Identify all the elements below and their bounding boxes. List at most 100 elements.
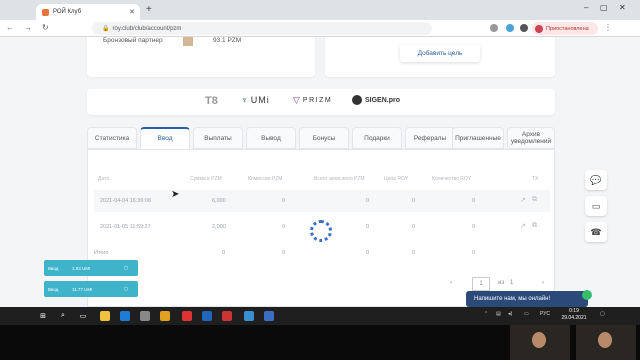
reload-icon[interactable]: ↻	[42, 23, 49, 32]
profile-button[interactable]: Приостановлена	[532, 22, 598, 35]
tab-payouts[interactable]: Выплаты	[193, 127, 243, 149]
webcam-feed	[576, 325, 636, 360]
close-tab-icon[interactable]: ✕	[129, 8, 135, 16]
row-date: 2021-04-04 16:36:06	[100, 198, 152, 204]
totals-total: 0	[366, 250, 370, 256]
tray-arrow-icon[interactable]: ⌃	[484, 311, 488, 317]
mail-icon[interactable]	[202, 311, 212, 321]
col-fee: Комиссия PZM	[248, 176, 283, 182]
external-link-icon[interactable]: ↗	[520, 196, 526, 204]
browser-tab[interactable]: РОЙ Клуб ✕	[36, 4, 140, 20]
windows-taskbar: ⊞ ⌕ ▭ ⌃ ▤ ◂) ▭ РУС 0:19 29.04.2021 ▢	[0, 307, 640, 325]
notification-toast[interactable]: Ввод 11.77 UMI ▢	[44, 281, 138, 297]
prev-page-icon[interactable]: ‹	[450, 280, 452, 286]
support-icon[interactable]: ☎	[585, 222, 607, 242]
side-action-buttons: 💬 ▭ ☎	[585, 170, 607, 248]
notification-toast[interactable]: Ввод 1.93 UMI ▢	[44, 260, 138, 276]
add-goal-button[interactable]: Добавить цель	[400, 45, 480, 62]
new-tab-button[interactable]: +	[146, 5, 152, 15]
browser-menu-icon[interactable]: ⋮	[604, 23, 612, 32]
volume-icon[interactable]: ◂)	[508, 311, 512, 317]
notification-amount: 1.93 UMI	[72, 265, 91, 271]
page-total: 1	[510, 280, 514, 286]
totals-label: Итого	[94, 250, 109, 256]
store-icon[interactable]	[140, 311, 150, 321]
edge-icon[interactable]	[120, 311, 130, 321]
totals-fee: 0	[282, 250, 286, 256]
totals-qty: 0	[472, 250, 476, 256]
row-total: 0	[366, 198, 370, 204]
tab-notification-archive[interactable]: Архив уведомлений	[507, 127, 555, 149]
partner-level: Бронзовый партнер	[103, 37, 163, 44]
table-row: 2021-04-04 16:36:06 6,000 0 0 0 0 ↗ ⧉	[94, 190, 550, 212]
notification-title: Ввод	[48, 265, 59, 271]
tab-invited[interactable]: Приглашенные	[452, 127, 504, 149]
tab-statistics[interactable]: Статистика	[87, 127, 137, 149]
close-notification-icon[interactable]: ▢	[124, 265, 128, 271]
page-of-label: из	[498, 280, 505, 286]
minimize-icon[interactable]: –	[584, 3, 588, 12]
col-price: Цена ROY	[384, 176, 409, 182]
tab-referrals[interactable]: Рефералы	[405, 127, 455, 149]
notification-center-icon[interactable]: ▢	[600, 311, 605, 317]
browser-tab-bar: РОЙ Клуб ✕ + – ▢ ✕	[0, 0, 640, 20]
t8-logo-mark: T8	[205, 95, 218, 107]
tab-deposit[interactable]: Ввод	[140, 127, 190, 149]
clock-time: 0:19	[569, 308, 579, 314]
row-price: 0	[412, 224, 416, 230]
star-icon[interactable]	[490, 24, 498, 32]
tab-bonuses[interactable]: Бонусы	[299, 127, 349, 149]
yandex-icon[interactable]	[222, 311, 232, 321]
task-view-icon[interactable]: ▭	[78, 311, 88, 321]
copy-icon[interactable]: ⧉	[532, 196, 537, 204]
col-date: Дата	[98, 176, 110, 182]
search-icon[interactable]: ⌕	[58, 311, 68, 321]
tab-withdraw[interactable]: Вывод	[246, 127, 296, 149]
extension-icon[interactable]	[506, 24, 514, 32]
system-clock[interactable]: 0:19 29.04.2021	[554, 308, 594, 322]
close-window-icon[interactable]: ✕	[619, 3, 626, 12]
tab-gifts[interactable]: Подарки	[352, 127, 402, 149]
chat-icon[interactable]: 💬	[585, 170, 607, 190]
maximize-icon[interactable]: ▢	[600, 3, 608, 12]
keyboard-language[interactable]: РУС	[540, 311, 550, 317]
chrome-icon[interactable]	[160, 311, 170, 321]
telegram-icon[interactable]	[244, 311, 254, 321]
address-bar[interactable]: 🔒 roy.club/club/account/pzm	[92, 22, 432, 35]
online-chat-bubble[interactable]: Напишите нам, мы онлайн!	[466, 291, 588, 307]
extensions-puzzle-icon[interactable]	[520, 24, 528, 32]
partner-logos: T8 ♆ UMi ▽ PRIZM SIGEN.pro	[87, 89, 555, 115]
col-sum: Сумма в PZM	[190, 176, 222, 182]
page-input[interactable]: 1	[472, 277, 490, 291]
external-link-icon[interactable]: ↗	[520, 222, 526, 230]
umi-logo-text: UMi	[250, 95, 270, 105]
forward-icon[interactable]: →	[24, 23, 32, 32]
loading-spinner-icon	[310, 220, 332, 242]
close-notification-icon[interactable]: ▢	[124, 286, 128, 292]
network-icon[interactable]: ▤	[496, 311, 501, 317]
file-explorer-icon[interactable]	[100, 311, 110, 321]
row-date: 2021-01-05 11:59:27	[100, 224, 151, 230]
col-tx: TX	[532, 176, 539, 182]
row-qty: 0	[472, 224, 476, 230]
prizm-logo[interactable]: ▽ PRIZM	[293, 95, 332, 106]
battery-icon[interactable]: ▭	[524, 311, 529, 317]
prizm-logo-text: PRIZM	[302, 97, 333, 104]
next-page-icon[interactable]: ›	[542, 280, 544, 286]
mouse-cursor-icon: ➤	[171, 189, 180, 200]
partner-badge-icon	[183, 37, 193, 46]
umi-logo[interactable]: ♆ UMi	[241, 95, 270, 105]
totals-row: Итого 0 0 0 0 0	[94, 242, 550, 264]
card-icon[interactable]: ▭	[585, 196, 607, 216]
t8-logo[interactable]: T8	[205, 95, 218, 107]
opera-icon[interactable]	[182, 311, 192, 321]
copy-icon[interactable]: ⧉	[532, 222, 537, 230]
sigen-logo[interactable]: SIGEN.pro	[352, 95, 400, 105]
lock-icon: 🔒	[102, 26, 110, 32]
windows-start-icon[interactable]: ⊞	[38, 311, 48, 321]
row-total: 0	[366, 224, 370, 230]
app-icon[interactable]	[264, 311, 274, 321]
back-icon[interactable]: ←	[6, 23, 14, 32]
page-content: Бронзовый партнер 93.1 PZM Добавить цель…	[0, 37, 640, 307]
clock-date: 29.04.2021	[561, 315, 587, 321]
